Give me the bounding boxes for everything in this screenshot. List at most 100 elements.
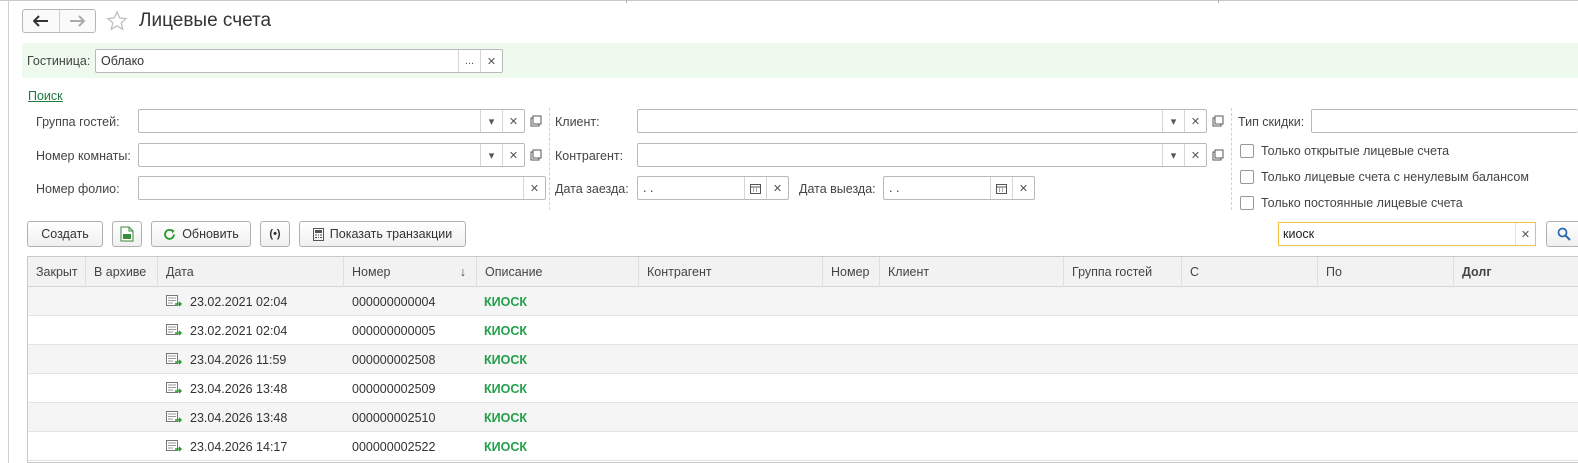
- forward-button[interactable]: [58, 10, 96, 32]
- row-number: 000000000005: [352, 323, 436, 338]
- clear-icon[interactable]: ✕: [480, 50, 502, 72]
- clear-icon[interactable]: ✕: [1515, 223, 1535, 245]
- column-to[interactable]: По: [1318, 257, 1454, 287]
- open-icon[interactable]: [525, 143, 547, 167]
- room-number-field[interactable]: ▾ ✕: [138, 143, 525, 167]
- discount-type-label: Тип скидки:: [1238, 115, 1305, 129]
- column-archived[interactable]: В архиве: [86, 257, 158, 287]
- row-number: 000000002522: [352, 439, 436, 454]
- column-number[interactable]: Номер ↓: [344, 257, 477, 287]
- clear-icon[interactable]: ✕: [502, 110, 524, 132]
- refresh-button[interactable]: Обновить: [151, 221, 251, 247]
- column-description[interactable]: Описание: [477, 257, 639, 287]
- search-link[interactable]: Поиск: [28, 89, 63, 103]
- row-date: 23.02.2021 02:04: [190, 294, 288, 309]
- counterparty-value[interactable]: [638, 144, 1162, 166]
- table-header: Закрыт В архиве Дата Номер ↓ Описание Ко…: [28, 257, 1578, 287]
- nonzero-balance-checkbox[interactable]: Только лицевые счета с ненулевым балансо…: [1240, 170, 1529, 184]
- table-row[interactable]: 23.04.2026 14:17 000000002522 КИОСК: [28, 432, 1578, 461]
- row-description: КИОСК: [484, 439, 527, 454]
- dropdown-icon[interactable]: ▾: [480, 144, 502, 166]
- search-value[interactable]: киоск: [1279, 223, 1515, 245]
- open-icon[interactable]: [1207, 143, 1229, 167]
- row-date: 23.02.2021 02:04: [190, 323, 288, 338]
- nav-group: [22, 9, 96, 33]
- hotel-select-button[interactable]: ...: [458, 50, 480, 72]
- dropdown-icon[interactable]: ▾: [1162, 110, 1184, 132]
- table-row[interactable]: 23.02.2021 02:04 000000000004 КИОСК: [28, 287, 1578, 316]
- client-value[interactable]: [638, 110, 1162, 132]
- column-room[interactable]: Номер: [823, 257, 880, 287]
- discount-type-value[interactable]: [1312, 110, 1578, 132]
- broadcast-button[interactable]: (•): [260, 221, 290, 247]
- clear-icon[interactable]: ✕: [502, 144, 524, 166]
- check-in-value[interactable]: . .: [638, 177, 744, 199]
- sort-arrow-icon: ↓: [459, 265, 466, 279]
- column-client[interactable]: Клиент: [880, 257, 1064, 287]
- star-icon[interactable]: [106, 10, 128, 32]
- counterparty-field[interactable]: ▾ ✕: [637, 143, 1207, 167]
- clear-icon[interactable]: ✕: [523, 177, 545, 199]
- arrow-right-icon: [70, 15, 86, 27]
- show-transactions-button[interactable]: Показать транзакции: [299, 221, 466, 247]
- row-description: КИОСК: [484, 352, 527, 367]
- dropdown-icon[interactable]: ▾: [480, 110, 502, 132]
- create-button[interactable]: Создать: [27, 221, 103, 247]
- calendar-icon[interactable]: [744, 177, 766, 199]
- hotel-value[interactable]: Облако: [96, 50, 458, 72]
- clear-icon[interactable]: ✕: [1184, 144, 1206, 166]
- column-counterparty[interactable]: Контрагент: [639, 257, 823, 287]
- guest-group-label: Группа гостей:: [36, 115, 120, 129]
- clear-icon[interactable]: ✕: [1184, 110, 1206, 132]
- folio-number-label: Номер фолио:: [36, 182, 120, 196]
- top-border: [0, 0, 1578, 1]
- column-debt[interactable]: Долг: [1454, 257, 1578, 287]
- open-accounts-checkbox[interactable]: Только открытые лицевые счета: [1240, 144, 1449, 158]
- show-transactions-label: Показать транзакции: [329, 227, 453, 241]
- column-from[interactable]: С: [1182, 257, 1318, 287]
- check-out-field[interactable]: . . ✕: [883, 176, 1035, 200]
- table-row[interactable]: 23.02.2021 02:04 000000000005 КИОСК: [28, 316, 1578, 345]
- dropdown-icon[interactable]: ▾: [1162, 144, 1184, 166]
- guest-group-value[interactable]: [139, 110, 480, 132]
- check-in-field[interactable]: . . ✕: [637, 176, 789, 200]
- checkbox-box[interactable]: [1240, 170, 1254, 184]
- checkbox-box[interactable]: [1240, 144, 1254, 158]
- row-number: 000000002508: [352, 352, 436, 367]
- clear-icon[interactable]: ✕: [766, 177, 788, 199]
- calendar-icon[interactable]: [990, 177, 1012, 199]
- client-field[interactable]: ▾ ✕: [637, 109, 1207, 133]
- row-date: 23.04.2026 13:48: [190, 410, 288, 425]
- row-date: 23.04.2026 11:59: [190, 352, 287, 367]
- discount-type-field[interactable]: [1311, 109, 1578, 133]
- room-number-value[interactable]: [139, 144, 480, 166]
- document-icon: [166, 432, 182, 461]
- separator: [1231, 108, 1232, 210]
- table-row[interactable]: 23.04.2026 11:59 000000002508 КИОСК: [28, 345, 1578, 374]
- search-input[interactable]: киоск ✕: [1278, 222, 1536, 246]
- clear-icon[interactable]: ✕: [1012, 177, 1034, 199]
- open-icon[interactable]: [1207, 109, 1229, 133]
- row-date: 23.04.2026 13:48: [190, 381, 288, 396]
- guest-group-field[interactable]: ▾ ✕: [138, 109, 525, 133]
- page-title: Лицевые счета: [139, 10, 272, 31]
- permanent-accounts-checkbox[interactable]: Только постоянные лицевые счета: [1240, 196, 1463, 210]
- excel-export-button[interactable]: [112, 221, 142, 247]
- table-row[interactable]: 23.04.2026 13:48 000000002510 КИОСК: [28, 403, 1578, 432]
- search-button[interactable]: [1546, 221, 1578, 247]
- accounts-table: Закрыт В архиве Дата Номер ↓ Описание Ко…: [27, 256, 1578, 463]
- back-button[interactable]: [23, 10, 59, 32]
- column-guest-group[interactable]: Группа гостей: [1064, 257, 1182, 287]
- hotel-field[interactable]: Облако ... ✕: [95, 49, 503, 73]
- refresh-label: Обновить: [182, 227, 239, 241]
- checkbox-box[interactable]: [1240, 196, 1254, 210]
- check-out-value[interactable]: . .: [884, 177, 990, 199]
- column-closed[interactable]: Закрыт: [28, 257, 86, 287]
- row-description: КИОСК: [484, 323, 527, 338]
- check-out-label: Дата выезда:: [799, 182, 876, 196]
- column-date[interactable]: Дата: [158, 257, 344, 287]
- folio-number-field[interactable]: ✕: [138, 176, 546, 200]
- open-icon[interactable]: [525, 109, 547, 133]
- folio-number-value[interactable]: [139, 177, 523, 199]
- table-row[interactable]: 23.04.2026 13:48 000000002509 КИОСК: [28, 374, 1578, 403]
